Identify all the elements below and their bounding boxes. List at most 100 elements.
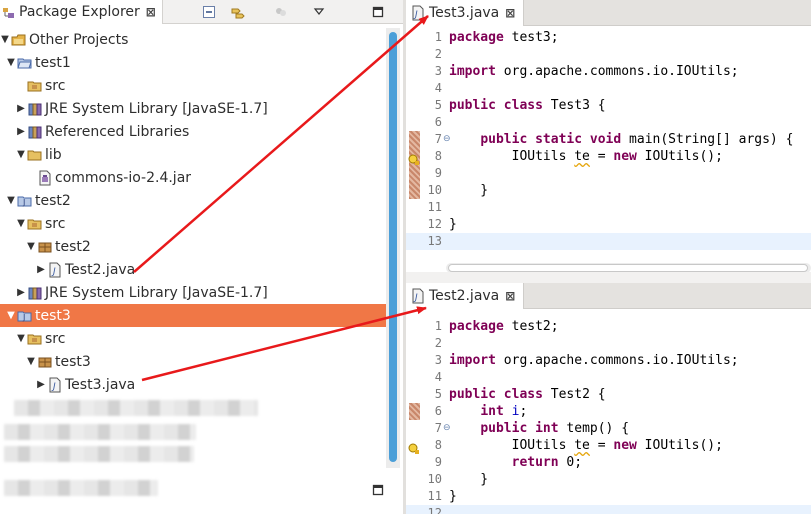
expand-toggle-icon[interactable]: ▶ — [16, 287, 26, 298]
code-line: 8 IOUtils te = new IOUtils(); — [406, 148, 811, 165]
expand-toggle-icon[interactable]: ▼ — [6, 57, 16, 68]
warning-icon[interactable] — [408, 151, 420, 165]
code-line: 7 ⊖ public static void main(String[] args… — [406, 131, 811, 148]
tree-item-label: Test2.java — [65, 261, 136, 278]
code-line: 10 } — [406, 471, 811, 488]
line-number: 12 — [427, 217, 442, 231]
java-file-icon: J — [411, 288, 425, 304]
svg-text:J: J — [22, 198, 25, 207]
minimize-icon[interactable] — [369, 3, 387, 21]
redacted-item — [4, 446, 194, 462]
tree-item-test2-src[interactable]: ▼ src — [0, 212, 386, 235]
line-code: package test3; — [449, 30, 559, 45]
tree-item-label: commons-io-2.4.jar — [55, 169, 192, 186]
tree-item-referenced-libraries[interactable]: ▶ Referenced Libraries — [0, 120, 386, 143]
tree-item-src[interactable]: src — [0, 74, 386, 97]
code-line: 3 import org.apache.commons.io.IOUtils; — [406, 63, 811, 80]
line-code: } — [449, 183, 489, 198]
code-line: 5 public class Test2 { — [406, 386, 811, 403]
tree-item-test3-project[interactable]: ▼ J test3 — [0, 304, 386, 327]
warning-icon[interactable] — [408, 440, 420, 454]
redacted-item — [14, 400, 258, 416]
tree-item-test2-project[interactable]: ▼ J test2 — [0, 189, 386, 212]
collapse-all-icon[interactable] — [200, 3, 218, 21]
change-marker — [409, 165, 420, 182]
tree-item-test1[interactable]: ▼ test1 — [0, 51, 386, 74]
java-file-icon: J — [47, 377, 63, 393]
tree-item-commons-io-jar[interactable]: commons-io-2.4.jar — [0, 166, 386, 189]
minimize-icon[interactable] — [369, 481, 387, 499]
tree-item-test3-package[interactable]: ▼ test3 — [0, 350, 386, 373]
line-number: 8 — [434, 438, 442, 452]
lower-panel-toolbar — [360, 480, 402, 500]
close-icon[interactable]: ⊠ — [505, 289, 515, 303]
tree-item-test3-java[interactable]: ▶ J Test3.java — [0, 373, 386, 396]
tree-item-other-projects[interactable]: ▼ Other Projects — [0, 28, 386, 51]
expand-toggle-icon[interactable]: ▼ — [16, 333, 26, 344]
close-icon[interactable]: ⊠ — [505, 6, 515, 20]
link-with-editor-icon[interactable] — [229, 3, 247, 21]
close-icon[interactable]: ⊠ — [146, 5, 156, 19]
expand-toggle-icon[interactable]: ▶ — [36, 379, 46, 390]
expand-toggle-icon[interactable]: ▼ — [0, 34, 10, 45]
line-code: import org.apache.commons.io.IOUtils; — [449, 64, 739, 79]
line-code: int i; — [480, 404, 528, 419]
line-code: import org.apache.commons.io.IOUtils; — [449, 353, 739, 368]
filter-icon[interactable] — [272, 3, 290, 21]
svg-text:J: J — [22, 313, 25, 322]
expand-toggle-icon[interactable]: ▶ — [36, 264, 46, 275]
tab-test3-java[interactable]: J Test3.java ⊠ — [406, 0, 525, 26]
tab-package-explorer[interactable]: Package Explorer ⊠ — [0, 0, 163, 24]
line-number: 13 — [427, 234, 442, 248]
tree-item-jre-library[interactable]: ▶ JRE System Library [JavaSE-1.7] — [0, 97, 386, 120]
code-line: 8 IOUtils te = new IOUtils(); — [406, 437, 811, 454]
source-folder-icon — [27, 216, 43, 232]
line-number: 10 — [427, 183, 442, 197]
code-line: 1 package test2; — [406, 318, 811, 335]
expand-toggle-icon[interactable]: ▼ — [6, 310, 16, 321]
expand-toggle-icon[interactable]: ▶ — [16, 126, 26, 137]
view-menu-icon[interactable] — [310, 3, 328, 21]
expand-toggle-icon[interactable]: ▼ — [26, 356, 36, 367]
tree-item-lib[interactable]: ▼ lib — [0, 143, 386, 166]
tree-item-label: src — [45, 77, 66, 94]
expand-toggle-icon[interactable]: ▼ — [26, 241, 36, 252]
explorer-scrollbar-thumb[interactable] — [389, 32, 397, 462]
change-marker — [409, 403, 420, 420]
code-line: 11} — [406, 488, 811, 505]
project-folder-icon — [17, 55, 33, 71]
line-number: 8 — [434, 149, 442, 163]
change-marker — [409, 131, 420, 148]
tab-test2-java[interactable]: J Test2.java ⊠ — [406, 283, 525, 309]
tree-item-test2-package[interactable]: ▼ test2 — [0, 235, 386, 258]
tree-item-label: lib — [45, 146, 62, 163]
jar-file-icon — [37, 170, 53, 186]
expand-toggle-icon[interactable]: ▼ — [16, 149, 26, 160]
horizontal-sash[interactable] — [406, 272, 811, 283]
code-line: 11 — [406, 199, 811, 216]
line-code: IOUtils te = new IOUtils(); — [449, 149, 723, 164]
tree-item-label: test2 — [55, 238, 91, 255]
tree-item-test3-src[interactable]: ▼ src — [0, 327, 386, 350]
tree-item-label: test3 — [35, 307, 71, 324]
source-folder-icon — [27, 331, 43, 347]
change-marker — [409, 182, 420, 199]
tree-item-jre-library-test2[interactable]: ▶ JRE System Library [JavaSE-1.7] — [0, 281, 386, 304]
package-explorer-tabbar: Package Explorer ⊠ — [0, 0, 403, 24]
code-line: 1 package test3; — [406, 29, 811, 46]
expand-toggle-icon[interactable]: ▶ — [16, 103, 26, 114]
line-number: 2 — [434, 336, 442, 350]
line-number: 4 — [434, 370, 442, 384]
line-number: 11 — [427, 489, 442, 503]
line-number: 5 — [434, 387, 442, 401]
code-line: 12} — [406, 216, 811, 233]
editor-hscrollbar-thumb[interactable] — [448, 264, 808, 272]
code-line: 3 import org.apache.commons.io.IOUtils; — [406, 352, 811, 369]
line-code: } — [449, 217, 457, 232]
tree-item-test2-java[interactable]: ▶ J Test2.java — [0, 258, 386, 281]
working-set-icon — [11, 32, 27, 48]
line-code: } — [449, 472, 489, 487]
expand-toggle-icon[interactable]: ▼ — [16, 218, 26, 229]
expand-toggle-icon[interactable]: ▼ — [6, 195, 16, 206]
library-icon — [27, 124, 43, 140]
